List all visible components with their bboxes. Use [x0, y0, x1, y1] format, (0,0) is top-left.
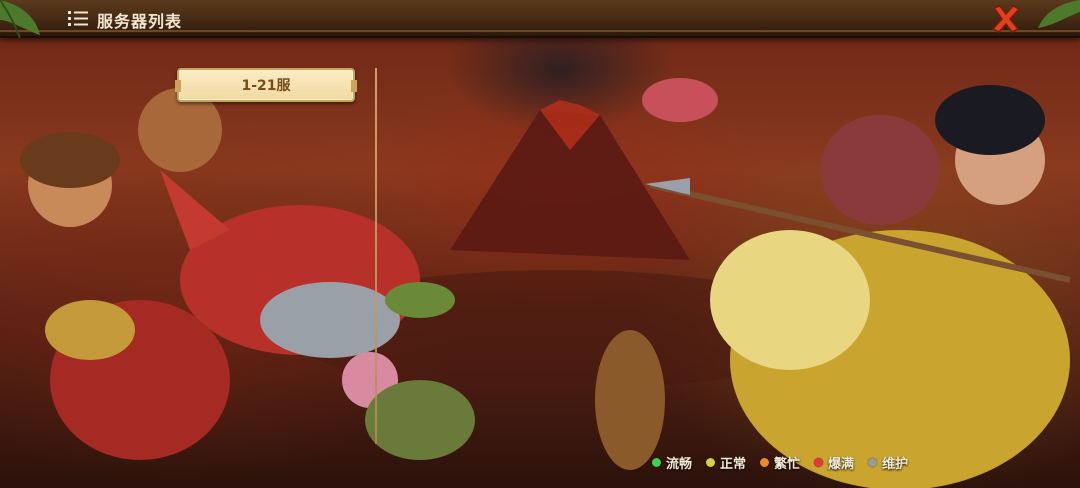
background-scene	[0, 0, 1080, 488]
legend-label: 流畅	[666, 456, 693, 472]
status-dot-icon	[814, 457, 824, 467]
leaf-decoration-right	[1038, 0, 1080, 28]
battle-illustration	[20, 78, 1071, 488]
legend-label: 爆满	[828, 456, 855, 472]
legend-label: 正常	[720, 456, 747, 472]
status-dot-icon	[868, 457, 878, 467]
list-divider	[375, 68, 377, 444]
close-x-icon[interactable]	[990, 4, 1022, 34]
status-dot-icon	[652, 457, 661, 467]
legend-item-maintenance: 维护	[868, 453, 908, 472]
legend-label: 维护	[882, 456, 909, 472]
server-status-legend: 流畅 正常 繁忙 爆满 维护	[652, 452, 922, 472]
page-title: 服务器列表	[97, 12, 183, 31]
legend-item-normal: 正常	[706, 453, 746, 472]
list-icon	[68, 11, 88, 26]
legend-item-busy: 繁忙	[760, 453, 800, 472]
header-bar: 服务器列表	[0, 0, 1080, 39]
tab-notch-right	[351, 80, 357, 92]
status-dot-icon	[706, 457, 716, 467]
server-range-label: 1-21服	[241, 78, 291, 94]
legend-item-full: 爆满	[814, 453, 854, 472]
legend-item-smooth: 流畅	[652, 453, 692, 472]
tab-notch-left	[175, 80, 181, 92]
leaf-decoration-left	[0, 0, 40, 39]
server-range-tab[interactable]: 1-21服	[175, 68, 357, 102]
status-dot-icon	[760, 457, 770, 467]
legend-label: 繁忙	[774, 456, 801, 472]
